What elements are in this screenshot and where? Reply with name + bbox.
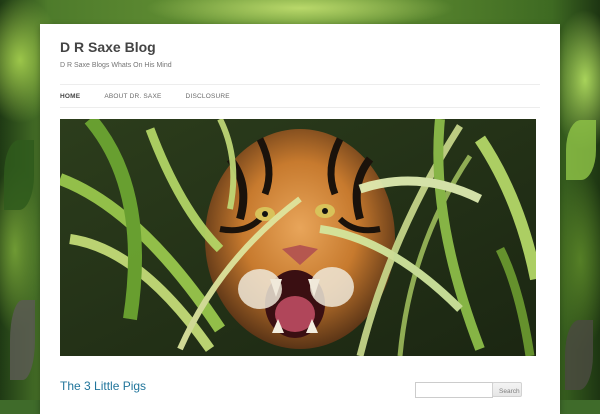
nav-item-disclosure[interactable]: DISCLOSURE [186,93,230,100]
background-rock [10,300,35,380]
background-leaf [566,120,596,180]
nav-item-about[interactable]: ABOUT DR. SAXE [104,93,161,100]
post-title-link[interactable]: The 3 Little Pigs [60,379,146,393]
header-image [60,119,536,356]
site-title[interactable]: D R Saxe Blog [60,39,156,55]
page-container: D R Saxe Blog D R Saxe Blogs Whats On Hi… [40,24,560,414]
nav-item-home[interactable]: HOME [60,93,80,100]
search-button[interactable]: Search [492,382,522,397]
main-navigation: HOME ABOUT DR. SAXE DISCLOSURE [60,84,540,108]
search-input[interactable] [415,382,493,398]
tiger-in-bamboo-image [60,119,536,356]
background-rock [565,320,593,390]
background-leaf [4,140,34,210]
site-description: D R Saxe Blogs Whats On His Mind [60,62,172,69]
